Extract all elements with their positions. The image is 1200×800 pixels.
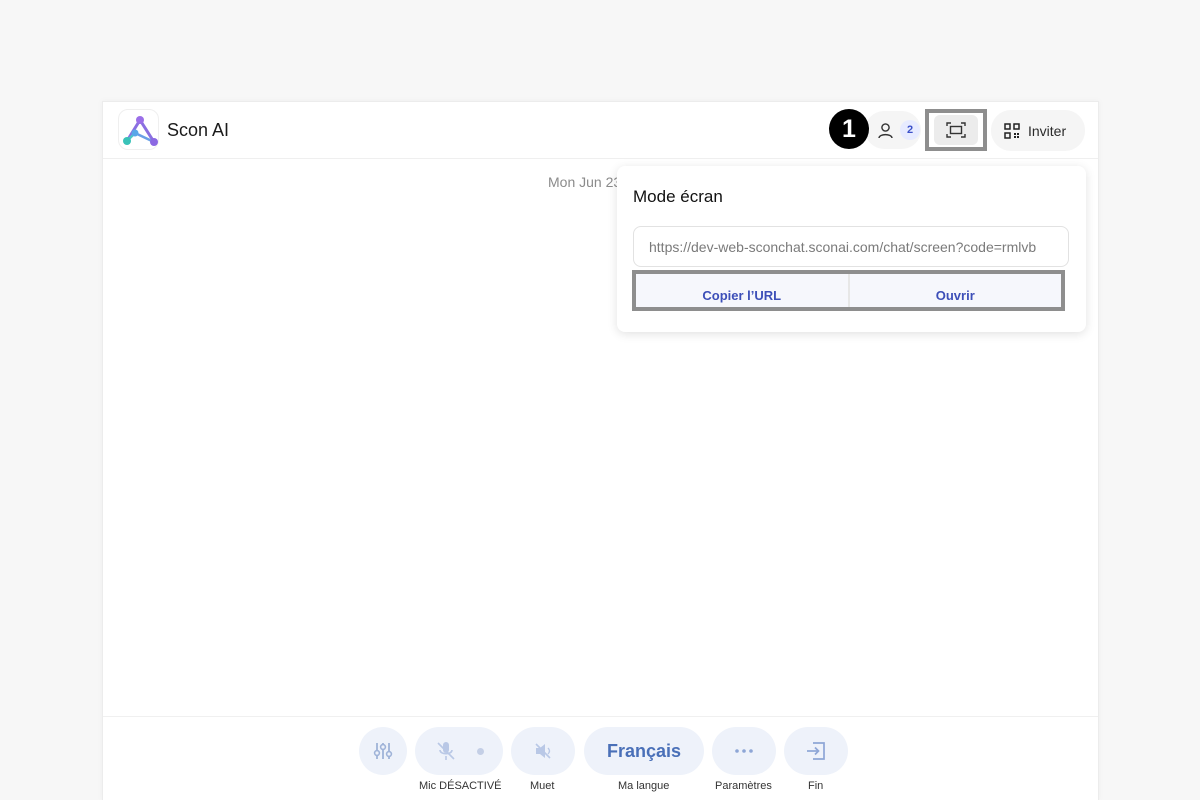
language-label: Ma langue — [618, 780, 670, 792]
sliders-icon — [373, 743, 393, 759]
bottom-toolbar: Mic DÉSACTIVÉ Muet Français Ma langue Pa… — [103, 716, 1098, 800]
mic-toggle-button[interactable] — [415, 727, 503, 775]
mute-button[interactable] — [511, 727, 575, 775]
end-label: Fin — [808, 780, 824, 792]
qr-code-icon — [1004, 122, 1020, 139]
mic-off-icon — [436, 742, 455, 760]
equalizer-button[interactable] — [359, 727, 407, 775]
mic-label: Mic DÉSACTIVÉ — [419, 780, 502, 792]
screen-mode-icon — [946, 122, 966, 138]
screen-mode-button[interactable] — [934, 115, 978, 145]
invite-button[interactable]: Inviter — [991, 110, 1085, 151]
settings-label: Paramètres — [715, 780, 772, 792]
screen-url-field[interactable] — [633, 226, 1069, 267]
language-value: Français — [606, 740, 682, 761]
screen-mode-popover: Mode écran Copier l’URL Ouvrir — [617, 166, 1086, 332]
app-window: Scon AI 2 1 Inviter Mon Jun 23 Mode écra… — [102, 101, 1099, 800]
more-dots-icon — [735, 749, 753, 753]
app-name: Scon AI — [167, 120, 230, 140]
copy-url-button[interactable]: Copier l’URL — [636, 274, 848, 307]
user-icon — [878, 122, 893, 138]
mic-level-indicator — [476, 747, 484, 755]
step-number-badge: 1 — [829, 109, 869, 149]
chat-date-separator: Mon Jun 23 — [548, 174, 622, 190]
participants-count-badge: 2 — [900, 120, 920, 140]
settings-button[interactable] — [712, 727, 776, 775]
header: Scon AI 2 1 Inviter — [103, 102, 1098, 159]
exit-icon — [807, 742, 825, 760]
popover-title: Mode écran — [633, 187, 723, 206]
language-button[interactable]: Français — [584, 727, 704, 775]
scon-logo-icon — [123, 116, 158, 146]
participants-button[interactable]: 2 — [865, 111, 921, 149]
popover-actions-highlight: Copier l’URL Ouvrir — [632, 270, 1065, 311]
end-call-button[interactable] — [784, 727, 848, 775]
app-logo — [118, 109, 159, 150]
invite-label: Inviter — [1028, 122, 1067, 139]
screen-mode-highlight — [925, 109, 987, 151]
open-button[interactable]: Ouvrir — [849, 274, 1061, 307]
mute-label: Muet — [530, 780, 555, 792]
speaker-off-icon — [535, 743, 551, 759]
